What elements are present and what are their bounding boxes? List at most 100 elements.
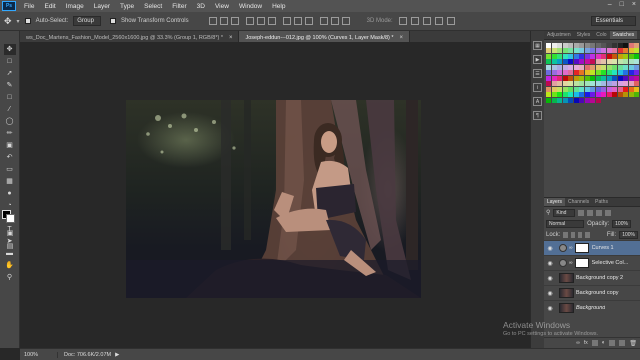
history-panel-icon[interactable]: ▦ bbox=[533, 41, 542, 50]
color-swatch[interactable] bbox=[612, 86, 617, 92]
color-swatch[interactable] bbox=[595, 92, 601, 97]
status-menu-icon[interactable]: ▶ bbox=[115, 352, 119, 358]
tab-color[interactable]: Colo bbox=[593, 31, 609, 39]
color-swatch[interactable] bbox=[573, 86, 579, 92]
color-swatch[interactable] bbox=[573, 81, 579, 86]
color-swatch[interactable] bbox=[590, 86, 595, 92]
color-swatch[interactable] bbox=[584, 64, 590, 70]
color-swatch[interactable] bbox=[579, 92, 584, 97]
color-swatch[interactable] bbox=[590, 59, 595, 64]
color-swatch[interactable] bbox=[612, 42, 617, 48]
align-vcenter-icon[interactable] bbox=[219, 17, 228, 25]
color-swatch[interactable] bbox=[612, 70, 617, 75]
blur-tool-icon[interactable]: ● bbox=[4, 188, 16, 199]
color-swatch[interactable] bbox=[551, 48, 557, 53]
color-swatch[interactable] bbox=[584, 70, 590, 75]
color-swatch[interactable] bbox=[612, 75, 617, 81]
lock-transparent-icon[interactable] bbox=[563, 231, 568, 238]
info-panel-icon[interactable]: i bbox=[533, 83, 542, 92]
color-swatch[interactable] bbox=[617, 81, 623, 86]
menu-3d[interactable]: 3D bbox=[192, 3, 210, 10]
auto-select-dropdown[interactable]: Group bbox=[73, 16, 101, 26]
color-swatch[interactable] bbox=[546, 81, 551, 86]
color-swatch[interactable] bbox=[590, 97, 595, 103]
color-swatch[interactable] bbox=[612, 92, 617, 97]
color-swatch[interactable] bbox=[617, 53, 623, 59]
hand-tool-icon[interactable]: ✋ bbox=[4, 260, 16, 271]
color-swatch[interactable] bbox=[612, 53, 617, 59]
color-swatch[interactable] bbox=[557, 59, 562, 64]
color-swatch[interactable] bbox=[634, 92, 639, 97]
tab-styles[interactable]: Styles bbox=[574, 31, 594, 39]
distribute-right-icon[interactable] bbox=[341, 17, 350, 25]
layer-thumbnail[interactable] bbox=[559, 273, 574, 283]
color-swatch[interactable] bbox=[628, 64, 634, 70]
color-swatch[interactable] bbox=[595, 42, 601, 48]
menu-edit[interactable]: Edit bbox=[39, 3, 60, 10]
color-swatch[interactable] bbox=[546, 97, 551, 103]
color-swatch[interactable] bbox=[562, 53, 568, 59]
color-swatch[interactable] bbox=[573, 92, 579, 97]
eraser-tool-icon[interactable]: ▭ bbox=[4, 164, 16, 175]
color-swatch[interactable] bbox=[595, 48, 601, 53]
maximize-icon[interactable]: □ bbox=[620, 1, 624, 8]
new-layer-icon[interactable] bbox=[619, 340, 626, 346]
color-swatch[interactable] bbox=[623, 59, 628, 64]
paragraph-panel-icon[interactable]: ¶ bbox=[533, 111, 542, 120]
color-swatch[interactable] bbox=[634, 70, 639, 75]
color-swatch[interactable] bbox=[562, 92, 568, 97]
layer-mask-thumbnail[interactable] bbox=[574, 258, 589, 268]
auto-select-checkbox[interactable] bbox=[24, 18, 31, 24]
color-swatch[interactable] bbox=[628, 86, 634, 92]
color-swatch[interactable] bbox=[628, 81, 634, 86]
color-swatch[interactable] bbox=[573, 64, 579, 70]
color-swatch[interactable] bbox=[573, 48, 579, 53]
color-swatch[interactable] bbox=[551, 42, 557, 48]
filter-shape-icon[interactable] bbox=[605, 209, 612, 216]
gradient-tool-icon[interactable]: ▦ bbox=[4, 176, 16, 187]
fill-field[interactable]: 100% bbox=[619, 230, 638, 239]
menu-type[interactable]: Type bbox=[115, 3, 139, 10]
dodge-tool-icon[interactable]: ◔ bbox=[4, 200, 16, 211]
color-swatch[interactable] bbox=[568, 97, 573, 103]
layer-row-curves[interactable]: ◉ ∞ Curves 1 bbox=[544, 240, 640, 255]
color-swatch[interactable] bbox=[634, 81, 639, 86]
color-swatch[interactable] bbox=[606, 86, 612, 92]
color-swatch[interactable] bbox=[601, 59, 606, 64]
color-swatch[interactable] bbox=[557, 64, 562, 70]
filter-type-icon[interactable] bbox=[596, 209, 603, 216]
color-swatch[interactable] bbox=[606, 48, 612, 53]
color-swatch[interactable] bbox=[579, 81, 584, 86]
color-swatch[interactable] bbox=[579, 42, 584, 48]
color-swatch[interactable] bbox=[546, 48, 551, 53]
eyedropper-tool-icon[interactable]: ⁄ bbox=[4, 104, 16, 115]
color-swatch[interactable] bbox=[617, 86, 623, 92]
color-swatch[interactable] bbox=[601, 75, 606, 81]
color-swatch[interactable] bbox=[617, 70, 623, 75]
color-swatch[interactable] bbox=[634, 59, 639, 64]
color-swatch[interactable] bbox=[579, 70, 584, 75]
color-swatch[interactable] bbox=[546, 70, 551, 75]
color-swatch[interactable] bbox=[617, 42, 623, 48]
3d-scale-icon[interactable] bbox=[446, 17, 455, 25]
color-swatch[interactable] bbox=[590, 81, 595, 86]
color-swatch[interactable] bbox=[579, 86, 584, 92]
color-swatch[interactable] bbox=[601, 86, 606, 92]
color-swatch[interactable] bbox=[568, 81, 573, 86]
actions-panel-icon[interactable]: ▶ bbox=[533, 55, 542, 64]
color-swatch[interactable] bbox=[612, 48, 617, 53]
align-hcenter-icon[interactable] bbox=[256, 17, 265, 25]
color-swatch[interactable] bbox=[628, 75, 634, 81]
color-swatch[interactable] bbox=[623, 48, 628, 53]
new-group-icon[interactable] bbox=[609, 340, 616, 346]
color-swatch[interactable] bbox=[568, 48, 573, 53]
color-swatch[interactable] bbox=[573, 97, 579, 103]
color-swatch[interactable] bbox=[623, 53, 628, 59]
menu-layer[interactable]: Layer bbox=[89, 3, 115, 10]
color-swatch[interactable] bbox=[579, 97, 584, 103]
color-swatch[interactable] bbox=[562, 59, 568, 64]
color-swatch[interactable] bbox=[546, 75, 551, 81]
color-swatch[interactable] bbox=[557, 75, 562, 81]
eye-icon[interactable]: ◉ bbox=[545, 275, 555, 282]
color-swatch[interactable] bbox=[557, 81, 562, 86]
